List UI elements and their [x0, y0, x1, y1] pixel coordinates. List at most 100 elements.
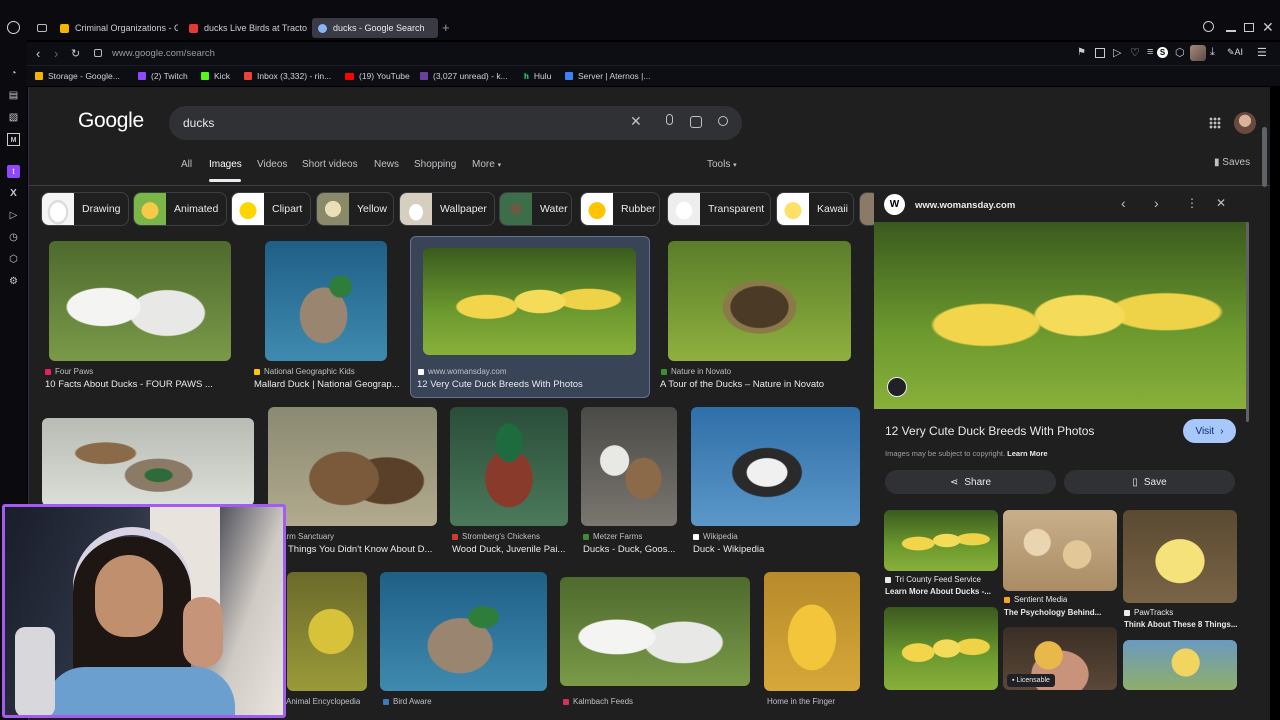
- result-title[interactable]: Things You Didn't Know About D...: [288, 544, 438, 555]
- bookmark-storage[interactable]: Storage - Google...: [35, 71, 120, 81]
- snapshot-icon[interactable]: [1095, 48, 1105, 58]
- page-scrollbar[interactable]: [1262, 127, 1267, 187]
- saves-button[interactable]: ▮ Saves: [1214, 157, 1250, 168]
- result-image-metzer-farms[interactable]: [581, 407, 677, 526]
- panel-title[interactable]: 12 Very Cute Duck Breeds With Photos: [885, 424, 1094, 438]
- url-field[interactable]: www.google.com/search: [112, 48, 215, 59]
- lens-icon[interactable]: [887, 377, 907, 397]
- history-icon[interactable]: ◔: [7, 67, 20, 80]
- tab-manager-icon[interactable]: [37, 24, 47, 32]
- chip-kawaii[interactable]: Kawaii: [776, 192, 854, 226]
- close-window-icon[interactable]: ✕: [1262, 19, 1274, 36]
- tab-videos[interactable]: Videos: [257, 159, 287, 170]
- tab-ducks-tractor-supply[interactable]: ducks Live Birds at Tracto: [183, 18, 307, 38]
- related-title[interactable]: Think About These 8 Things...: [1124, 620, 1238, 629]
- result-title[interactable]: Mallard Duck | National Geograp...: [254, 379, 402, 390]
- previous-result-icon[interactable]: ‹: [1121, 195, 1126, 211]
- result-title[interactable]: Ducks - Duck, Goos...: [583, 544, 679, 555]
- minimize-icon[interactable]: [1226, 30, 1236, 32]
- search-input[interactable]: ducks: [183, 116, 214, 130]
- tab-all[interactable]: All: [181, 159, 192, 170]
- back-icon[interactable]: ‹: [36, 46, 40, 61]
- tab-short-videos[interactable]: Short videos: [302, 159, 358, 170]
- related-image-duckling-pond[interactable]: [1123, 640, 1237, 690]
- bookmark-hulu[interactable]: h Hulu: [524, 71, 551, 81]
- wallet-icon[interactable]: ▤: [7, 89, 20, 102]
- related-image-pawtracks[interactable]: [1123, 510, 1237, 603]
- result-image-four-paws[interactable]: [49, 241, 231, 361]
- clear-search-icon[interactable]: ✕: [630, 113, 642, 130]
- visit-button[interactable]: Visit ›: [1183, 419, 1236, 443]
- bookmark-page-icon[interactable]: ⚑: [1077, 47, 1086, 58]
- bookmark-twitch[interactable]: (2) Twitch: [138, 71, 188, 81]
- clock-icon[interactable]: ◷: [7, 231, 20, 244]
- bookmark-aternos[interactable]: Server | Aternos |...: [565, 71, 650, 81]
- chip-water[interactable]: Water: [499, 192, 572, 226]
- related-image-sentient-media[interactable]: [1003, 510, 1117, 591]
- aria-ai-icon[interactable]: ✎AI: [1227, 47, 1243, 58]
- download-icon[interactable]: ⤓: [1210, 46, 1215, 59]
- tab-ducks-google-search[interactable]: ducks - Google Search: [312, 18, 438, 38]
- result-image-womansday-ducklings[interactable]: [423, 248, 636, 355]
- panel-scrollbar[interactable]: [1246, 222, 1249, 422]
- tab-more[interactable]: More ▾: [472, 159, 501, 170]
- bookmark-kick[interactable]: Kick: [201, 71, 230, 81]
- chip-transparent[interactable]: Transparent: [667, 192, 771, 226]
- result-image-natgeo-mallard[interactable]: [265, 241, 387, 361]
- search-submit-icon[interactable]: [718, 116, 728, 126]
- voice-search-icon[interactable]: [666, 114, 673, 125]
- browser-logo-icon[interactable]: [7, 21, 20, 34]
- related-image-ducklings-grass[interactable]: [884, 607, 998, 690]
- result-image-wood-duck[interactable]: [450, 407, 568, 526]
- forward-icon[interactable]: ›: [54, 46, 58, 61]
- bookmark-gmail[interactable]: Inbox (3,332) - rin...: [244, 71, 331, 81]
- chip-rubber[interactable]: Rubber: [580, 192, 660, 226]
- user-avatar-small[interactable]: [1190, 45, 1206, 61]
- reload-icon[interactable]: ↻: [71, 47, 80, 60]
- account-avatar[interactable]: [1234, 112, 1256, 134]
- share-button[interactable]: ⋖ Share: [885, 470, 1056, 494]
- search-tabs-icon[interactable]: [1203, 21, 1214, 32]
- bookmark-yahoo-mail[interactable]: (3,027 unread) - k...: [420, 71, 508, 81]
- lens-search-icon[interactable]: [690, 116, 702, 128]
- next-result-icon[interactable]: ›: [1154, 195, 1159, 211]
- chip-animated[interactable]: Animated: [133, 192, 227, 226]
- save-button[interactable]: ▯ Save: [1064, 470, 1235, 494]
- result-title[interactable]: 12 Very Cute Duck Breeds With Photos: [417, 379, 647, 390]
- tab-news[interactable]: News: [374, 159, 399, 170]
- player-icon[interactable]: ▷: [1113, 46, 1121, 59]
- settings-gear-icon[interactable]: ⚙: [7, 275, 20, 288]
- result-image-ducks-pair[interactable]: [42, 418, 254, 506]
- result-image-nature-novato[interactable]: [668, 241, 851, 361]
- bookmark-youtube[interactable]: (19) YouTube: [345, 71, 410, 81]
- chip-drawing[interactable]: Drawing: [41, 192, 129, 226]
- result-image-kalmbach-feeds[interactable]: [560, 577, 750, 686]
- google-apps-icon[interactable]: [1209, 117, 1221, 129]
- related-title[interactable]: The Psychology Behind...: [1004, 608, 1116, 617]
- menu-lines-icon[interactable]: ≡: [1147, 46, 1153, 58]
- result-title[interactable]: A Tour of the Ducks – Nature in Novato: [660, 379, 860, 390]
- restore-icon[interactable]: [1244, 23, 1254, 32]
- chip-clipart[interactable]: Clipart: [231, 192, 311, 226]
- chip-yellow[interactable]: Yellow: [316, 192, 394, 226]
- result-title[interactable]: Wood Duck, Juvenile Pai...: [452, 544, 570, 555]
- x-twitter-icon[interactable]: X: [7, 187, 20, 200]
- search-box[interactable]: [169, 106, 742, 140]
- puzzle-extension-icon[interactable]: ⬡: [1175, 46, 1185, 59]
- notes-icon[interactable]: ▧: [7, 111, 20, 124]
- google-logo[interactable]: Google: [78, 109, 144, 133]
- result-image-farm-sanctuary[interactable]: [268, 407, 437, 526]
- related-title[interactable]: Learn More About Ducks -...: [885, 587, 997, 596]
- result-image-wikipedia-duck[interactable]: [691, 407, 860, 526]
- panel-site-name[interactable]: www.womansday.com: [915, 200, 1015, 211]
- messenger-icon[interactable]: M: [7, 133, 20, 146]
- more-options-icon[interactable]: ⋮: [1186, 196, 1198, 210]
- result-title[interactable]: Duck - Wikipedia: [693, 544, 853, 555]
- extensions-icon[interactable]: ⬡: [7, 253, 20, 266]
- heart-icon[interactable]: ♡: [1130, 46, 1140, 59]
- result-image-bird-aware[interactable]: [380, 572, 547, 691]
- tab-criminal-organizations[interactable]: Criminal Organizations - G: [54, 18, 178, 38]
- learn-more-link[interactable]: Learn More: [1007, 449, 1047, 458]
- play-icon[interactable]: ▷: [7, 209, 20, 222]
- result-title[interactable]: 10 Facts About Ducks - FOUR PAWS ...: [45, 379, 245, 390]
